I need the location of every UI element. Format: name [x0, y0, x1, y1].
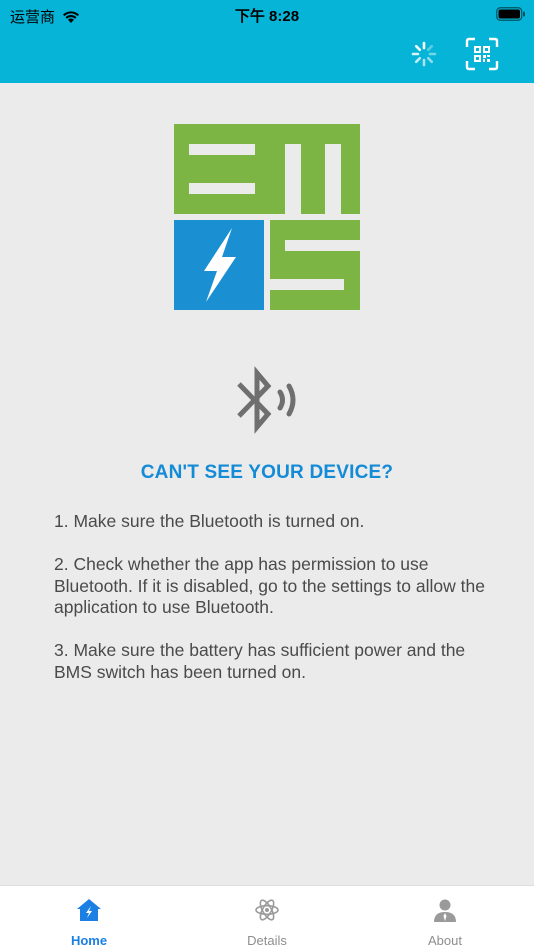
- bms-logo: [174, 124, 360, 310]
- qr-scan-icon: [465, 37, 499, 71]
- help-tips: 1. Make sure the Bluetooth is turned on.…: [54, 511, 494, 705]
- status-bar: 运营商 下午 8:28: [0, 0, 534, 30]
- bluetooth-icon: [237, 366, 296, 434]
- battery-icon: [496, 7, 525, 21]
- tab-home[interactable]: Home: [0, 886, 178, 950]
- home-icon: [77, 899, 101, 921]
- status-time: 下午 8:28: [234, 8, 300, 25]
- tab-about[interactable]: About: [356, 886, 534, 950]
- person-icon: [434, 899, 456, 922]
- spinner-icon: [411, 41, 437, 67]
- app-header: 运营商 下午 8:28: [0, 0, 534, 83]
- tip-item: 1. Make sure the Bluetooth is turned on.: [54, 511, 365, 531]
- atom-icon: [255, 899, 279, 921]
- tab-label: Home: [70, 933, 108, 948]
- tip-item: 3. Make sure the battery has sufficient …: [54, 640, 466, 682]
- tab-bar: Home Details About: [0, 885, 534, 950]
- help-headline: CAN'T SEE YOUR DEVICE?: [140, 462, 394, 483]
- qr-scan-button[interactable]: [465, 37, 499, 71]
- tab-label: Details: [247, 933, 287, 948]
- tab-label: About: [428, 933, 462, 948]
- tip-item: 2. Check whether the app has permission …: [54, 554, 485, 617]
- tab-details[interactable]: Details: [178, 886, 356, 950]
